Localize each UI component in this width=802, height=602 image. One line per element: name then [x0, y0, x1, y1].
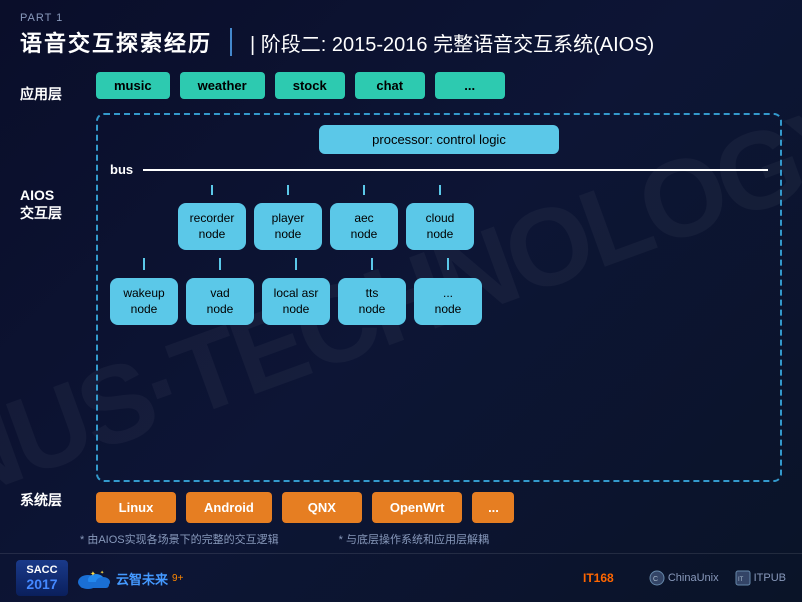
player-node: playernode: [254, 203, 322, 250]
conn-3: [330, 185, 398, 195]
it168-logo-icon: IT168: [583, 569, 633, 585]
sponsor-logos: IT168 C ChinaUnix IT ITPUB: [583, 569, 786, 588]
bus-line: [143, 169, 768, 171]
note-1: * 由AIOS实现各场景下的完整的交互逻辑: [80, 531, 279, 547]
bottom-bar: SACC 2017 ✦ ✦ 云智未来 9+ IT168: [0, 553, 802, 602]
app-box-weather: weather: [180, 72, 265, 99]
dots-node: ...node: [414, 278, 482, 325]
app-layer-label: 应用层: [20, 72, 80, 127]
mid-conn-2: [262, 258, 330, 270]
svg-text:✦: ✦: [90, 570, 96, 578]
app-box-stock: stock: [275, 72, 345, 99]
header: PART 1 语音交互探索经历 | 阶段二: 2015-2016 完整语音交互系…: [0, 0, 802, 64]
aios-container: processor: control logic bus recordernod…: [96, 113, 782, 482]
sys-qnx: QNX: [282, 492, 362, 523]
svg-text:IT168: IT168: [583, 571, 614, 585]
sys-linux: Linux: [96, 492, 176, 523]
main-title: 语音交互探索经历: [20, 26, 212, 58]
sponsor-it168: IT168: [583, 569, 633, 588]
upper-nodes-row: recordernode playernode aecnode cloudnod…: [110, 203, 768, 250]
title-divider: [230, 28, 232, 56]
sys-layer-row: Linux Android QNX OpenWrt ...: [96, 490, 782, 523]
footer-notes: * 由AIOS实现各场景下的完整的交互逻辑 * 与底层操作系统和应用层解耦: [0, 527, 802, 553]
conn-2: [254, 185, 322, 195]
svg-text:✦: ✦: [100, 570, 104, 576]
sponsor-itpub: IT ITPUB: [735, 570, 786, 586]
itpub-logo-icon: IT: [735, 570, 751, 586]
tts-node: ttsnode: [338, 278, 406, 325]
conn-4: [406, 185, 474, 195]
aios-layer-label: AIOS 交互层: [20, 127, 80, 481]
sacc-badge: SACC 2017: [16, 560, 68, 596]
sys-android: Android: [186, 492, 272, 523]
wakeup-node: wakeupnode: [110, 278, 178, 325]
sys-more: ...: [472, 492, 514, 523]
main-content: PART 1 语音交互探索经历 | 阶段二: 2015-2016 完整语音交互系…: [0, 0, 802, 602]
conn-1: [178, 185, 246, 195]
sacc-year: 2017: [26, 576, 57, 592]
sys-openwrt: OpenWrt: [372, 492, 463, 523]
sacc-text: SACC: [26, 564, 57, 576]
diagram-main: music weather stock chat ... processor: …: [96, 72, 782, 523]
mid-conn-1: [186, 258, 254, 270]
local-asr-node: local asrnode: [262, 278, 330, 325]
app-layer-row: music weather stock chat ...: [96, 72, 782, 105]
superscript: 9+: [172, 573, 183, 584]
bus-label: bus: [110, 162, 133, 177]
chinaunix-logo-icon: C: [649, 570, 665, 586]
app-box-more: ...: [435, 72, 505, 99]
aec-node: aecnode: [330, 203, 398, 250]
cloud-text: 云智未来: [116, 569, 168, 588]
cloud-logo: ✦ ✦ 云智未来 9+: [76, 566, 183, 590]
subtitle: | 阶段二: 2015-2016 完整语音交互系统(AIOS): [250, 28, 654, 57]
cloud-node: cloudnode: [406, 203, 474, 250]
cloud-icon: ✦ ✦: [76, 566, 112, 590]
processor-box: processor: control logic: [319, 125, 559, 154]
note-2: * 与底层操作系统和应用层解耦: [339, 531, 489, 547]
lower-nodes-row: wakeupnode vadnode local asrnode ttsnode…: [110, 278, 768, 325]
diagram-area: 应用层 AIOS 交互层 系统层 music weather stock cha…: [0, 64, 802, 527]
mid-conn-0: [110, 258, 178, 270]
part-label: PART 1: [20, 12, 782, 24]
app-box-music: music: [96, 72, 170, 99]
mid-conn-3: [338, 258, 406, 270]
bus-row: bus: [110, 162, 768, 177]
bus-connectors-top: [110, 185, 768, 195]
mid-connectors: [110, 258, 768, 270]
mid-conn-4: [414, 258, 482, 270]
sys-layer-label: 系统层: [20, 481, 80, 523]
svg-text:IT: IT: [738, 577, 744, 583]
sponsor-chinaunix: C ChinaUnix: [649, 570, 719, 586]
svg-text:C: C: [653, 576, 658, 583]
left-labels: 应用层 AIOS 交互层 系统层: [20, 72, 80, 523]
vad-node: vadnode: [186, 278, 254, 325]
title-row: 语音交互探索经历 | 阶段二: 2015-2016 完整语音交互系统(AIOS): [20, 26, 782, 58]
recorder-node: recordernode: [178, 203, 246, 250]
app-box-chat: chat: [355, 72, 425, 99]
